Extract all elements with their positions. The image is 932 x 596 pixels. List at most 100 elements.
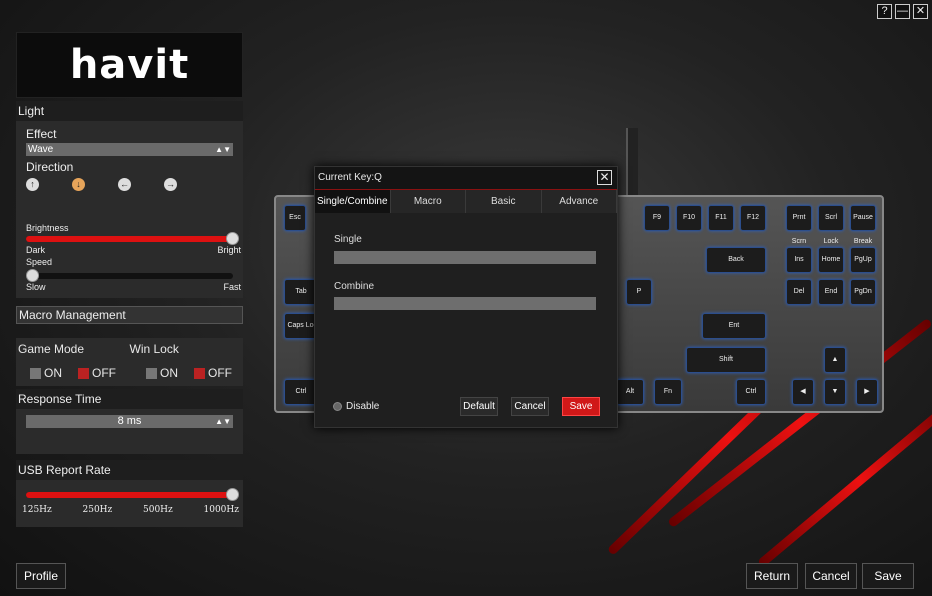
combine-field[interactable] [334,297,596,310]
game-mode-label: Game Mode [18,342,85,356]
response-time-label: Response Time [16,389,243,409]
effect-label: Effect [26,127,57,141]
dialog-cancel-button[interactable]: Cancel [511,397,549,416]
game-mode-on-label: ON [44,366,62,380]
brightness-knob[interactable] [226,232,239,245]
profile-button[interactable]: Profile [16,563,66,589]
brightness-max-label: Bright [217,245,241,255]
response-time-select[interactable]: 8 ms ▲▼ [26,415,233,428]
key-f12[interactable]: F12 [740,205,766,231]
key-right-ctrl[interactable]: Ctrl [736,379,766,405]
usb-tick-1000: 1000Hz [203,505,240,515]
brightness-fill [26,236,233,242]
brightness-range: Dark Bright [16,245,243,255]
key-tab[interactable]: Tab [284,279,318,305]
checkbox-checked-icon [194,368,205,380]
bottom-bar: Profile Return Cancel Save [0,558,932,596]
win-lock-on[interactable]: ON [146,366,178,380]
key-home[interactable]: Home [818,247,844,273]
key-enter[interactable]: Ent [702,313,766,339]
key-esc[interactable]: Esc [284,205,306,231]
close-icon[interactable]: ✕ [597,170,612,185]
key-delete[interactable]: Del [786,279,812,305]
direction-right-icon[interactable]: → [164,178,177,191]
key-pause[interactable]: Pause Break [850,205,876,245]
usb-knob[interactable] [226,488,239,501]
brightness-slider[interactable] [26,232,239,245]
usb-panel: USB Report Rate 125Hz 250Hz 500Hz 1000Hz [16,460,243,527]
direction-label: Direction [26,160,74,174]
mode-toggles: ON OFF ON OFF [16,356,243,386]
brightness-min-label: Dark [26,245,46,255]
disable-option[interactable]: Disable [333,401,379,412]
current-key-dialog: Current Key:Q ✕ Single/Combine Macro Bas… [314,166,618,428]
usb-report-slider[interactable] [26,488,239,501]
keyboard-cable [626,128,638,196]
win-lock-on-label: ON [160,366,178,380]
key-down-arrow[interactable]: ▼ [824,379,846,405]
key-backspace[interactable]: Back [706,247,766,273]
spinner-icon: ▲▼ [215,417,231,426]
key-up-arrow[interactable]: ▲ [824,347,846,373]
win-lock-off[interactable]: OFF [194,366,232,380]
havit-logo: havit [16,32,243,98]
speed-range: Slow Fast [16,282,243,292]
game-mode-on[interactable]: ON [30,366,62,380]
radio-icon [333,401,342,411]
game-mode-off[interactable]: OFF [78,366,116,380]
key-f10[interactable]: F10 [676,205,702,231]
save-button[interactable]: Save [862,563,914,589]
speed-knob[interactable] [26,269,39,282]
close-button[interactable]: ✕ [913,4,928,19]
key-f9[interactable]: F9 [644,205,670,231]
speed-label: Speed [26,257,53,267]
disable-label: Disable [346,401,380,412]
minimize-button[interactable]: — [895,4,910,19]
tab-advance[interactable]: Advance [542,190,617,213]
help-button[interactable]: ? [877,4,892,19]
key-pgdn[interactable]: PgDn [850,279,876,305]
macro-management-button[interactable]: Macro Management [16,306,243,324]
usb-report-rate-label: USB Report Rate [16,460,243,480]
spinner-icon: ▲▼ [215,145,231,154]
key-insert[interactable]: Ins [786,247,812,273]
return-button[interactable]: Return [746,563,798,589]
window-controls: ? — ✕ [877,4,928,19]
tab-macro[interactable]: Macro [391,190,466,213]
tab-single-combine[interactable]: Single/Combine [315,190,391,213]
tab-basic[interactable]: Basic [466,190,542,213]
key-right-arrow[interactable]: ▶ [856,379,878,405]
checkbox-icon [146,368,157,380]
key-pgup[interactable]: PgUp [850,247,876,273]
key-left-ctrl[interactable]: Ctrl [284,379,318,405]
usb-tick-250: 250Hz [82,505,113,515]
key-p[interactable]: P [626,279,652,305]
single-label: Single [334,234,362,245]
direction-down-icon[interactable]: ↓ [72,178,85,191]
game-mode-off-label: OFF [92,366,116,380]
key-fn[interactable]: Fn [654,379,682,405]
default-button[interactable]: Default [460,397,498,416]
single-field[interactable] [334,251,596,264]
direction-up-icon[interactable]: ↑ [26,178,39,191]
usb-ticks: 125Hz 250Hz 500Hz 1000Hz [16,501,243,515]
key-right-shift[interactable]: Shift [686,347,766,373]
dialog-save-button[interactable]: Save [562,397,600,416]
key-f11[interactable]: F11 [708,205,734,231]
usb-fill [26,492,233,498]
key-prtscn[interactable]: Prnt Scrn [786,205,812,245]
dialog-title: Current Key:Q [318,172,382,183]
cancel-button[interactable]: Cancel [805,563,857,589]
speed-slider[interactable] [26,269,233,282]
mode-panel: Game Mode Win Lock ON OFF ON OFF [16,338,243,386]
direction-left-icon[interactable]: ← [118,178,131,191]
key-scrlock[interactable]: Scrl Lock [818,205,844,245]
response-panel: Response Time 8 ms ▲▼ [16,389,243,454]
usb-tick-500: 500Hz [143,505,173,515]
effect-select[interactable]: Wave ▲▼ [26,143,233,156]
key-left-arrow[interactable]: ◀ [792,379,814,405]
key-alt[interactable]: Alt [616,379,644,405]
brightness-label: Brightness [26,223,69,233]
key-end[interactable]: End [818,279,844,305]
logo-text: havit [69,42,190,88]
